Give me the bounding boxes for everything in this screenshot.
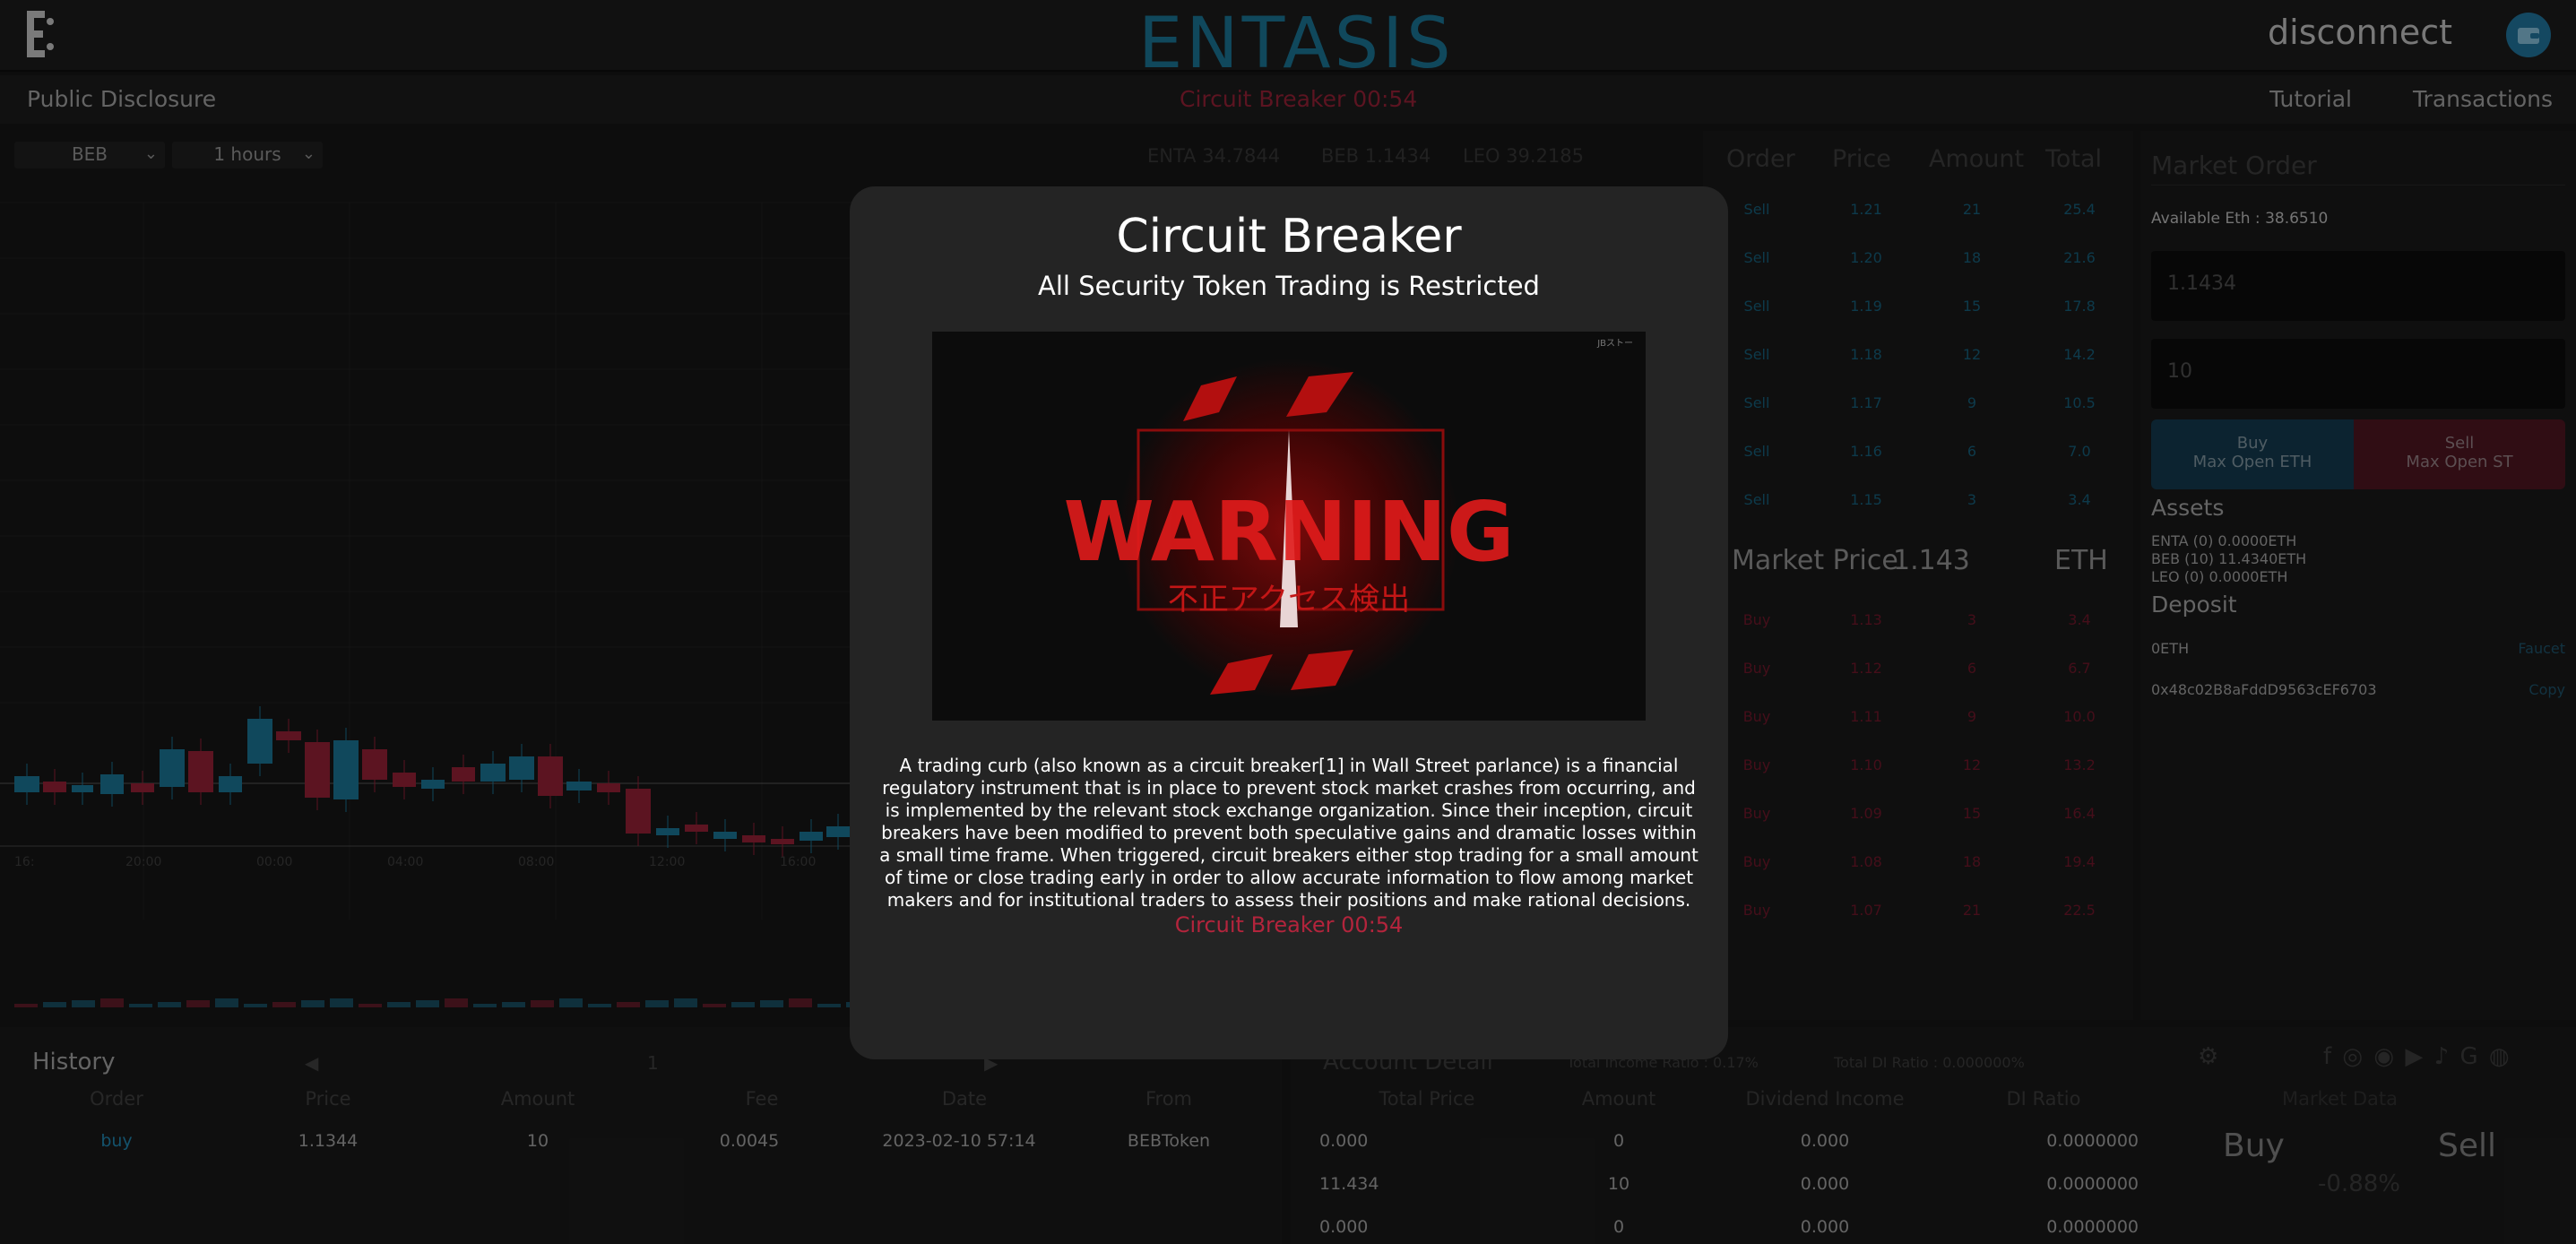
- modal-title: Circuit Breaker: [1116, 210, 1462, 263]
- image-corner-mark: JBストー: [1596, 339, 1633, 349]
- warning-image: WARNING 不正アクセス検出 JBストー: [932, 332, 1646, 721]
- modal-body: A trading curb (also known as a circuit …: [879, 755, 1699, 911]
- app-root: ENTASIS disconnect Public Disclosure Cir…: [0, 0, 2576, 1244]
- circuit-breaker-modal: Circuit Breaker All Security Token Tradi…: [850, 186, 1728, 1059]
- warning-text: WARNING: [1063, 484, 1514, 580]
- modal-subtitle: All Security Token Trading is Restricted: [1038, 271, 1540, 301]
- warning-subtext: 不正アクセス検出: [1168, 582, 1410, 618]
- modal-timer: Circuit Breaker 00:54: [1174, 912, 1404, 937]
- warning-graphic: WARNING 不正アクセス検出 JBストー: [932, 332, 1646, 721]
